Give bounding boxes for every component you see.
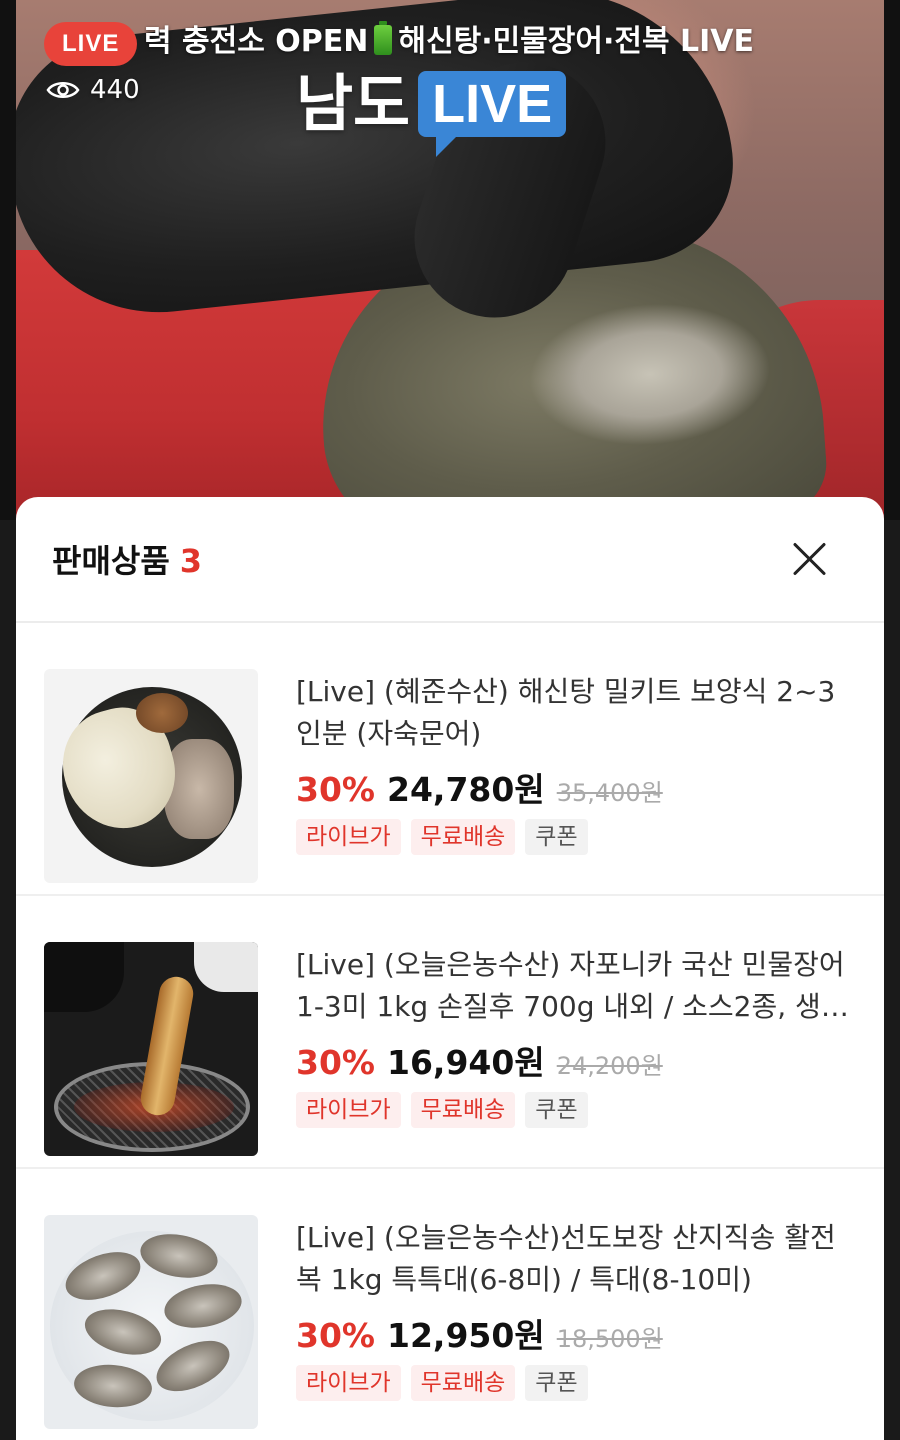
price-row: 30% 16,940원 24,200원 xyxy=(296,1036,856,1082)
live-video[interactable]: LIVE 력 충전소 OPEN 해신탕·민물장어·전복 LIVE 440 남도 L… xyxy=(0,0,900,520)
sheet-header: 판매상품 3 xyxy=(16,497,884,623)
live-title-suffix: 해신탕·민물장어·전복 LIVE xyxy=(398,24,755,59)
tag-list: 라이브가 무료배송 쿠폰 xyxy=(296,819,856,855)
sale-price: 24,780원 xyxy=(387,770,545,809)
live-title-prefix: 력 충전소 OPEN xyxy=(144,24,369,59)
tag-live-price: 라이브가 xyxy=(296,1365,401,1401)
price-row: 30% 24,780원 35,400원 xyxy=(296,763,856,809)
product-item[interactable]: [Live] (혜준수산) 해신탕 밀키트 보양식 2~3인분 (자숙문어) 3… xyxy=(16,623,884,896)
tag-list: 라이브가 무료배송 쿠폰 xyxy=(296,1092,856,1128)
sale-price: 12,950원 xyxy=(387,1316,545,1355)
thumb-glove xyxy=(44,942,124,1012)
sheet-title: 판매상품 3 xyxy=(52,536,202,582)
viewer-count-value: 440 xyxy=(90,75,140,105)
original-price: 18,500원 xyxy=(556,1325,663,1353)
discount-rate: 30% xyxy=(296,1316,375,1355)
close-icon[interactable] xyxy=(790,539,830,579)
tag-free-shipping: 무료배송 xyxy=(410,819,516,855)
tag-free-shipping: 무료배송 xyxy=(410,1365,516,1401)
product-name[interactable]: [Live] (오늘은농수산) 자포니카 국산 민물장어 1-3미 1kg 손질… xyxy=(296,944,856,1028)
discount-rate: 30% xyxy=(296,1043,375,1082)
product-sheet: 판매상품 3 [Live] (혜준수산) 해신탕 밀키트 보양식 2~3인분 (자… xyxy=(16,497,884,1440)
product-info[interactable]: [Live] (오늘은농수산)선도보장 산지직송 활전복 1kg 특특대(6-8… xyxy=(296,1217,856,1401)
thumb-octopus xyxy=(164,739,234,839)
original-price: 24,200원 xyxy=(556,1052,663,1080)
sale-price: 16,940원 xyxy=(387,1043,545,1082)
live-badge: LIVE xyxy=(44,22,138,66)
tag-live-price: 라이브가 xyxy=(296,1092,401,1128)
thumb-mushroom xyxy=(136,693,188,733)
sheet-title-count: 3 xyxy=(179,542,203,580)
viewer-count: 440 xyxy=(46,72,140,108)
eye-icon xyxy=(46,82,80,98)
tag-coupon: 쿠폰 xyxy=(525,1365,588,1401)
brand-logo: 남도 LIVE xyxy=(296,67,567,157)
sheet-title-label: 판매상품 xyxy=(52,542,170,580)
tag-free-shipping: 무료배송 xyxy=(410,1092,516,1128)
product-thumbnail[interactable] xyxy=(44,669,258,883)
tag-live-price: 라이브가 xyxy=(296,819,401,855)
video-edge-left xyxy=(0,0,16,520)
video-edge-right xyxy=(884,0,900,520)
price-row: 30% 12,950원 18,500원 xyxy=(296,1309,856,1355)
product-name[interactable]: [Live] (오늘은농수산)선도보장 산지직송 활전복 1kg 특특대(6-8… xyxy=(296,1217,856,1301)
product-info[interactable]: [Live] (오늘은농수산) 자포니카 국산 민물장어 1-3미 1kg 손질… xyxy=(296,944,856,1128)
product-item[interactable]: [Live] (오늘은농수산) 자포니카 국산 민물장어 1-3미 1kg 손질… xyxy=(16,896,884,1169)
brand-logo-live: LIVE xyxy=(418,71,567,157)
live-title: 력 충전소 OPEN 해신탕·민물장어·전복 LIVE xyxy=(144,20,884,64)
tag-coupon: 쿠폰 xyxy=(525,1092,588,1128)
original-price: 35,400원 xyxy=(556,779,663,807)
tag-list: 라이브가 무료배송 쿠폰 xyxy=(296,1365,856,1401)
tag-coupon: 쿠폰 xyxy=(525,819,588,855)
discount-rate: 30% xyxy=(296,770,375,809)
thumb-sleeve xyxy=(194,942,258,992)
product-item[interactable]: [Live] (오늘은농수산)선도보장 산지직송 활전복 1kg 특특대(6-8… xyxy=(16,1169,884,1440)
battery-icon xyxy=(374,21,393,55)
brand-logo-main: 남도 xyxy=(296,67,411,140)
product-info[interactable]: [Live] (혜준수산) 해신탕 밀키트 보양식 2~3인분 (자숙문어) 3… xyxy=(296,671,856,855)
product-thumbnail[interactable] xyxy=(44,1215,258,1429)
product-thumbnail[interactable] xyxy=(44,942,258,1156)
product-name[interactable]: [Live] (혜준수산) 해신탕 밀키트 보양식 2~3인분 (자숙문어) xyxy=(296,671,856,755)
